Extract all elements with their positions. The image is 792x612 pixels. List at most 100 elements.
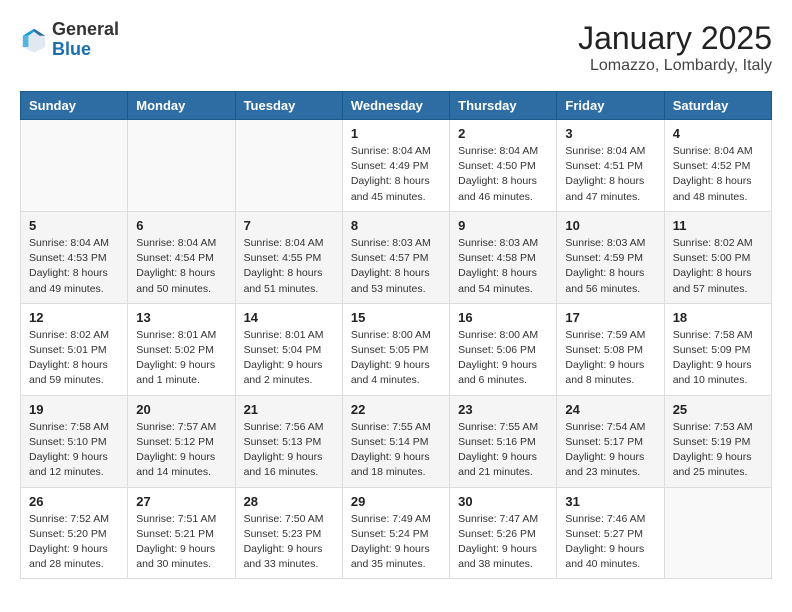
calendar-day-cell: 9Sunrise: 8:03 AM Sunset: 4:58 PM Daylig… [450, 211, 557, 303]
day-info: Sunrise: 8:00 AM Sunset: 5:06 PM Dayligh… [458, 328, 548, 389]
day-info: Sunrise: 7:46 AM Sunset: 5:27 PM Dayligh… [565, 512, 655, 573]
calendar-week-row: 19 Sunrise: 7:58 AM Sunset: 5:10 PM Dayli… [21, 395, 772, 487]
day-info: Sunrise: 8:02 AM Sunset: 5:00 PM Dayligh… [673, 236, 763, 297]
calendar-day-cell: 8 Sunrise: 8:03 AM Sunset: 4:57 PM Daylig… [342, 211, 449, 303]
calendar-day-cell: 2 Sunrise: 8:04 AM Sunset: 4:50 PM Daylig… [450, 120, 557, 212]
day-info: Sunrise: 8:00 AM Sunset: 5:05 PM Dayligh… [351, 328, 441, 389]
day-info: Sunrise: 8:04 AM Sunset: 4:52 PM Dayligh… [673, 144, 763, 205]
calendar-day-cell: 13Sunrise: 8:01 AM Sunset: 5:02 PM Dayli… [128, 303, 235, 395]
day-info: Sunrise: 8:04 AM Sunset: 4:50 PM Dayligh… [458, 144, 548, 205]
day-number: 21 [244, 402, 334, 417]
calendar-day-cell: 30 Sunrise: 7:47 AM Sunset: 5:26 PM Dayli… [450, 487, 557, 579]
day-number: 7 [244, 218, 334, 233]
calendar-day-cell: 20Sunrise: 7:57 AM Sunset: 5:12 PM Dayli… [128, 395, 235, 487]
calendar-day-cell: 25 Sunrise: 7:53 AM Sunset: 5:19 PM Dayli… [664, 395, 771, 487]
day-info: Sunrise: 7:58 AM Sunset: 5:10 PM Dayligh… [29, 420, 119, 481]
logo: General Blue [20, 20, 119, 60]
logo-blue-text: Blue [52, 40, 119, 60]
calendar-day-cell: 10 Sunrise: 8:03 AM Sunset: 4:59 PM Dayli… [557, 211, 664, 303]
calendar-day-cell [235, 120, 342, 212]
logo-icon [20, 26, 48, 54]
day-info: Sunrise: 8:04 AM Sunset: 4:53 PM Dayligh… [29, 236, 119, 297]
day-number: 27 [136, 494, 226, 509]
calendar-week-row: 12 Sunrise: 8:02 AM Sunset: 5:01 PM Dayli… [21, 303, 772, 395]
day-info: Sunrise: 8:03 AM Sunset: 4:59 PM Dayligh… [565, 236, 655, 297]
page-header: General Blue January 2025 Lomazzo, Lomba… [20, 20, 772, 75]
calendar-header-row: SundayMondayTuesdayWednesdayThursdayFrid… [21, 92, 772, 120]
day-info: Sunrise: 8:01 AM Sunset: 5:04 PM Dayligh… [244, 328, 334, 389]
calendar-day-cell: 27 Sunrise: 7:51 AM Sunset: 5:21 PM Dayli… [128, 487, 235, 579]
calendar-week-row: 1Sunrise: 8:04 AM Sunset: 4:49 PM Daylig… [21, 120, 772, 212]
month-year-title: January 2025 [578, 20, 772, 57]
weekday-header: Friday [557, 92, 664, 120]
day-number: 5 [29, 218, 119, 233]
day-number: 3 [565, 126, 655, 141]
day-info: Sunrise: 7:49 AM Sunset: 5:24 PM Dayligh… [351, 512, 441, 573]
day-number: 4 [673, 126, 763, 141]
day-number: 9 [458, 218, 548, 233]
day-info: Sunrise: 7:51 AM Sunset: 5:21 PM Dayligh… [136, 512, 226, 573]
day-info: Sunrise: 8:04 AM Sunset: 4:55 PM Dayligh… [244, 236, 334, 297]
weekday-header: Thursday [450, 92, 557, 120]
calendar-day-cell [664, 487, 771, 579]
day-number: 19 [29, 402, 119, 417]
calendar-day-cell: 1Sunrise: 8:04 AM Sunset: 4:49 PM Daylig… [342, 120, 449, 212]
calendar-day-cell: 23Sunrise: 7:55 AM Sunset: 5:16 PM Dayli… [450, 395, 557, 487]
day-number: 28 [244, 494, 334, 509]
calendar-day-cell: 26 Sunrise: 7:52 AM Sunset: 5:20 PM Dayli… [21, 487, 128, 579]
title-section: January 2025 Lomazzo, Lombardy, Italy [578, 20, 772, 75]
calendar-day-cell: 29 Sunrise: 7:49 AM Sunset: 5:24 PM Dayli… [342, 487, 449, 579]
day-number: 25 [673, 402, 763, 417]
calendar-day-cell: 12 Sunrise: 8:02 AM Sunset: 5:01 PM Dayli… [21, 303, 128, 395]
day-info: Sunrise: 8:03 AM Sunset: 4:57 PM Dayligh… [351, 236, 441, 297]
calendar-day-cell: 21Sunrise: 7:56 AM Sunset: 5:13 PM Dayli… [235, 395, 342, 487]
calendar-day-cell: 24Sunrise: 7:54 AM Sunset: 5:17 PM Dayli… [557, 395, 664, 487]
day-number: 29 [351, 494, 441, 509]
day-number: 10 [565, 218, 655, 233]
day-info: Sunrise: 7:57 AM Sunset: 5:12 PM Dayligh… [136, 420, 226, 481]
logo-text: General Blue [52, 20, 119, 60]
day-info: Sunrise: 7:55 AM Sunset: 5:14 PM Dayligh… [351, 420, 441, 481]
weekday-header: Sunday [21, 92, 128, 120]
day-number: 23 [458, 402, 548, 417]
day-info: Sunrise: 8:04 AM Sunset: 4:49 PM Dayligh… [351, 144, 441, 205]
calendar-day-cell: 6Sunrise: 8:04 AM Sunset: 4:54 PM Daylig… [128, 211, 235, 303]
calendar-week-row: 5 Sunrise: 8:04 AM Sunset: 4:53 PM Daylig… [21, 211, 772, 303]
calendar-day-cell: 14 Sunrise: 8:01 AM Sunset: 5:04 PM Dayli… [235, 303, 342, 395]
day-number: 15 [351, 310, 441, 325]
calendar-day-cell: 15 Sunrise: 8:00 AM Sunset: 5:05 PM Dayli… [342, 303, 449, 395]
day-info: Sunrise: 7:47 AM Sunset: 5:26 PM Dayligh… [458, 512, 548, 573]
day-number: 14 [244, 310, 334, 325]
day-info: Sunrise: 8:02 AM Sunset: 5:01 PM Dayligh… [29, 328, 119, 389]
day-info: Sunrise: 7:52 AM Sunset: 5:20 PM Dayligh… [29, 512, 119, 573]
day-info: Sunrise: 7:58 AM Sunset: 5:09 PM Dayligh… [673, 328, 763, 389]
calendar-day-cell: 7 Sunrise: 8:04 AM Sunset: 4:55 PM Daylig… [235, 211, 342, 303]
calendar-day-cell: 28 Sunrise: 7:50 AM Sunset: 5:23 PM Dayli… [235, 487, 342, 579]
calendar-day-cell: 4 Sunrise: 8:04 AM Sunset: 4:52 PM Daylig… [664, 120, 771, 212]
day-number: 11 [673, 218, 763, 233]
day-info: Sunrise: 8:04 AM Sunset: 4:54 PM Dayligh… [136, 236, 226, 297]
weekday-header: Monday [128, 92, 235, 120]
day-number: 30 [458, 494, 548, 509]
day-number: 12 [29, 310, 119, 325]
day-number: 8 [351, 218, 441, 233]
calendar-day-cell: 31 Sunrise: 7:46 AM Sunset: 5:27 PM Dayli… [557, 487, 664, 579]
day-number: 18 [673, 310, 763, 325]
calendar-day-cell: 17Sunrise: 7:59 AM Sunset: 5:08 PM Dayli… [557, 303, 664, 395]
day-info: Sunrise: 7:53 AM Sunset: 5:19 PM Dayligh… [673, 420, 763, 481]
weekday-header: Wednesday [342, 92, 449, 120]
weekday-header: Tuesday [235, 92, 342, 120]
day-info: Sunrise: 7:59 AM Sunset: 5:08 PM Dayligh… [565, 328, 655, 389]
calendar-table: SundayMondayTuesdayWednesdayThursdayFrid… [20, 91, 772, 579]
calendar-day-cell: 5 Sunrise: 8:04 AM Sunset: 4:53 PM Daylig… [21, 211, 128, 303]
day-number: 26 [29, 494, 119, 509]
day-info: Sunrise: 8:04 AM Sunset: 4:51 PM Dayligh… [565, 144, 655, 205]
day-number: 31 [565, 494, 655, 509]
calendar-day-cell: 16Sunrise: 8:00 AM Sunset: 5:06 PM Dayli… [450, 303, 557, 395]
calendar-day-cell: 3 Sunrise: 8:04 AM Sunset: 4:51 PM Daylig… [557, 120, 664, 212]
day-info: Sunrise: 8:01 AM Sunset: 5:02 PM Dayligh… [136, 328, 226, 389]
calendar-day-cell: 19 Sunrise: 7:58 AM Sunset: 5:10 PM Dayli… [21, 395, 128, 487]
calendar-day-cell [128, 120, 235, 212]
day-info: Sunrise: 7:50 AM Sunset: 5:23 PM Dayligh… [244, 512, 334, 573]
day-number: 2 [458, 126, 548, 141]
